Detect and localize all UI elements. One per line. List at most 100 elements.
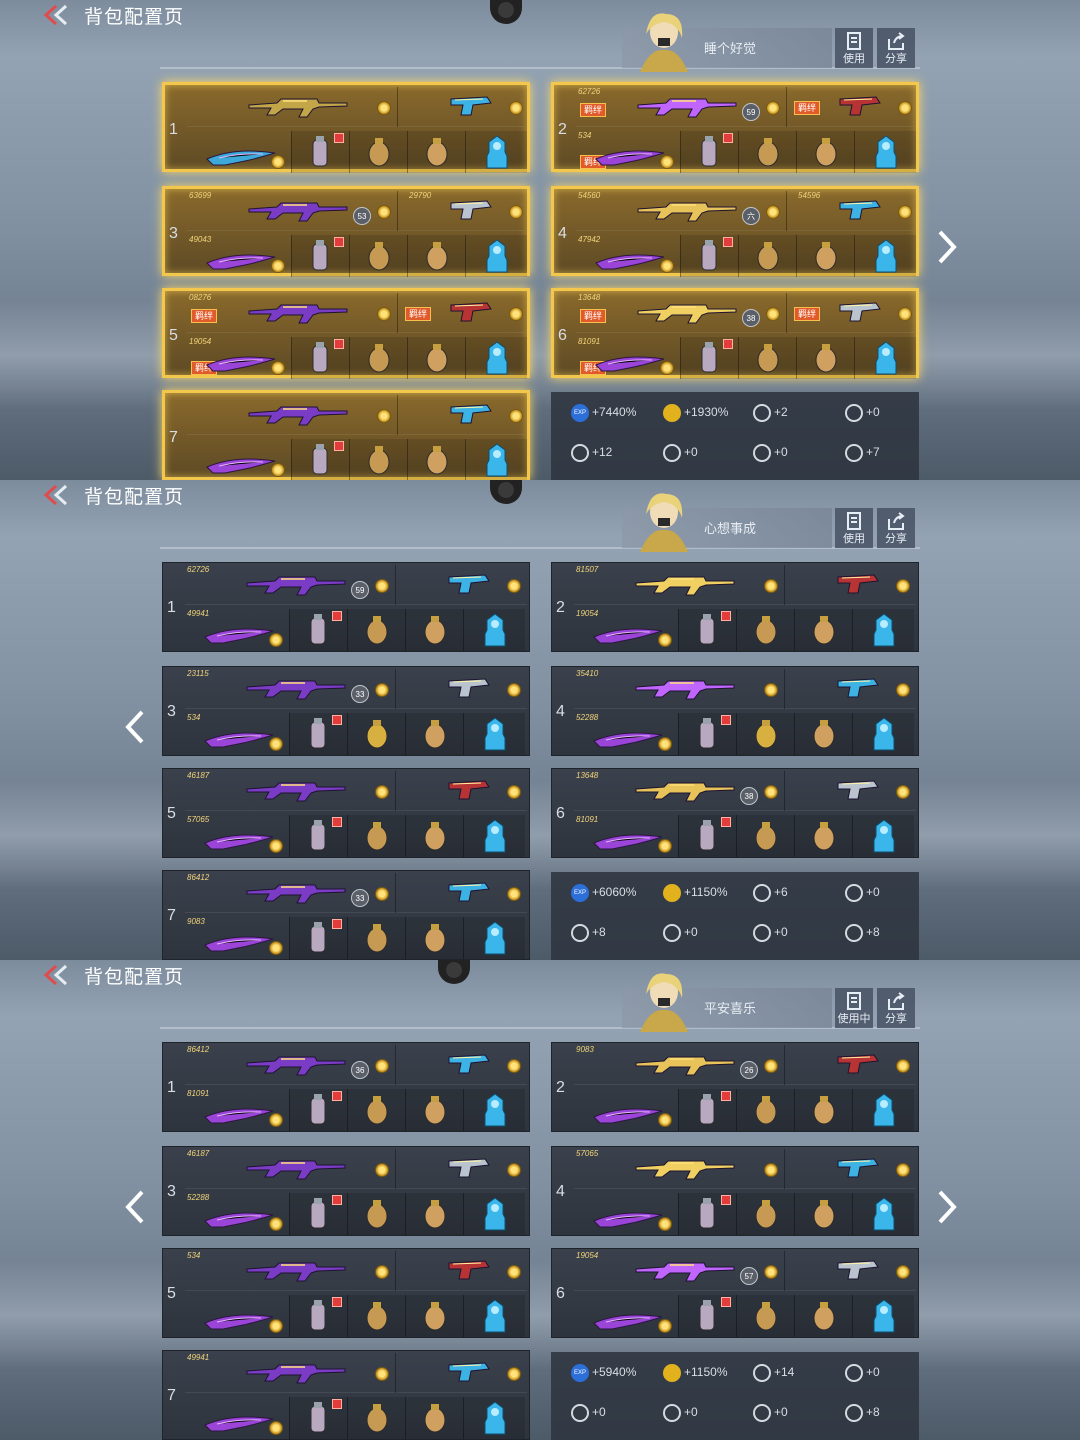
secondary-items-row[interactable]: 19054: [574, 609, 916, 651]
throwable-slot[interactable]: [736, 1295, 794, 1337]
secondary-items-row[interactable]: [574, 1089, 916, 1131]
throwable-slot[interactable]: [407, 131, 465, 173]
loadout-card-7[interactable]: 7 49941: [162, 1350, 530, 1440]
secondary-items-row[interactable]: 57065: [185, 815, 527, 857]
throwable-slot[interactable]: [349, 235, 407, 277]
throwable-slot[interactable]: [736, 1089, 794, 1131]
equipment-slot[interactable]: [465, 439, 527, 480]
back-arrow-icon[interactable]: [42, 484, 72, 506]
primary-weapon-row[interactable]: [187, 87, 525, 127]
throwable-slot[interactable]: [796, 131, 854, 173]
primary-weapon-row[interactable]: 46187: [185, 1149, 527, 1189]
equipment-slot[interactable]: [463, 1193, 525, 1235]
primary-weapon-row[interactable]: 13648 38: [574, 771, 916, 811]
secondary-items-row[interactable]: [574, 1295, 916, 1337]
throwable-slot[interactable]: [794, 713, 852, 755]
equipment-slot[interactable]: [465, 131, 527, 173]
throwable-slot[interactable]: [678, 609, 736, 651]
throwable-slot[interactable]: [347, 713, 405, 755]
equipment-slot[interactable]: [465, 337, 527, 379]
next-page-arrow[interactable]: [934, 1190, 958, 1224]
loadout-card-3[interactable]: 3 23115 33 534: [162, 666, 530, 756]
use-button[interactable]: 使用中: [835, 988, 873, 1028]
loadout-card-3[interactable]: 3 46187 52288: [162, 1146, 530, 1236]
throwable-slot[interactable]: [289, 917, 347, 959]
secondary-items-row[interactable]: 81091 羁绊: [576, 337, 916, 379]
throwable-slot[interactable]: [405, 1295, 463, 1337]
throwable-slot[interactable]: [796, 235, 854, 277]
loadout-card-3[interactable]: 3 63699 29790 53 49043: [162, 186, 530, 277]
back-arrow-icon[interactable]: [42, 964, 72, 986]
throwable-slot[interactable]: [680, 131, 738, 173]
throwable-slot[interactable]: [347, 917, 405, 959]
throwable-slot[interactable]: [678, 1295, 736, 1337]
equipment-slot[interactable]: [852, 815, 914, 857]
equipment-slot[interactable]: [463, 1089, 525, 1131]
primary-weapon-row[interactable]: 9083 26: [574, 1045, 916, 1085]
throwable-slot[interactable]: [405, 917, 463, 959]
share-button[interactable]: 分享: [877, 988, 915, 1028]
throwable-slot[interactable]: [678, 1193, 736, 1235]
throwable-slot[interactable]: [405, 815, 463, 857]
primary-weapon-row[interactable]: 63699 29790 53: [187, 191, 525, 231]
throwable-slot[interactable]: [289, 1089, 347, 1131]
throwable-slot[interactable]: [736, 609, 794, 651]
throwable-slot[interactable]: [405, 1397, 463, 1439]
primary-weapon-row[interactable]: 81507: [574, 565, 916, 605]
throwable-slot[interactable]: [738, 235, 796, 277]
throwable-slot[interactable]: [407, 235, 465, 277]
primary-weapon-row[interactable]: 19054 57: [574, 1251, 916, 1291]
prev-page-arrow[interactable]: [124, 710, 148, 744]
throwable-slot[interactable]: [405, 713, 463, 755]
loadout-card-5[interactable]: 5 534: [162, 1248, 530, 1338]
throwable-slot[interactable]: [794, 1089, 852, 1131]
share-button[interactable]: 分享: [877, 508, 915, 548]
equipment-slot[interactable]: [852, 609, 914, 651]
loadout-card-5[interactable]: 5 46187 57065: [162, 768, 530, 858]
next-page-arrow[interactable]: [934, 230, 958, 264]
throwable-slot[interactable]: [289, 1193, 347, 1235]
secondary-items-row[interactable]: 49043: [187, 235, 527, 277]
throwable-slot[interactable]: [289, 1295, 347, 1337]
secondary-items-row[interactable]: 9083: [185, 917, 527, 959]
throwable-slot[interactable]: [680, 337, 738, 379]
loadout-card-7[interactable]: 7 86412 33 9083: [162, 870, 530, 960]
throwable-slot[interactable]: [289, 1397, 347, 1439]
equipment-slot[interactable]: [852, 1295, 914, 1337]
secondary-items-row[interactable]: [185, 1397, 527, 1439]
secondary-items-row[interactable]: 534: [185, 713, 527, 755]
throwable-slot[interactable]: [736, 815, 794, 857]
throwable-slot[interactable]: [291, 235, 349, 277]
loadout-card-4[interactable]: 4 57065: [551, 1146, 919, 1236]
loadout-card-2[interactable]: 2 62726 59 羁绊 羁绊 534 羁绊: [551, 82, 919, 173]
equipment-slot[interactable]: [463, 1397, 525, 1439]
equipment-slot[interactable]: [852, 713, 914, 755]
loadout-card-4[interactable]: 4 54560 54596 六 47942: [551, 186, 919, 277]
equipment-slot[interactable]: [463, 713, 525, 755]
secondary-items-row[interactable]: 49941: [185, 609, 527, 651]
prev-page-arrow[interactable]: [124, 1190, 148, 1224]
secondary-items-row[interactable]: 81091: [574, 815, 916, 857]
throwable-slot[interactable]: [291, 439, 349, 480]
throwable-slot[interactable]: [738, 337, 796, 379]
primary-weapon-row[interactable]: 49941: [185, 1353, 527, 1393]
loadout-card-1[interactable]: 1: [162, 82, 530, 173]
throwable-slot[interactable]: [678, 1089, 736, 1131]
throwable-slot[interactable]: [291, 131, 349, 173]
throwable-slot[interactable]: [736, 713, 794, 755]
throwable-slot[interactable]: [738, 131, 796, 173]
secondary-items-row[interactable]: [185, 1295, 527, 1337]
primary-weapon-row[interactable]: 62726 59 羁绊 羁绊: [576, 87, 914, 127]
throwable-slot[interactable]: [794, 815, 852, 857]
throwable-slot[interactable]: [347, 1089, 405, 1131]
equipment-slot[interactable]: [852, 1089, 914, 1131]
primary-weapon-row[interactable]: 86412 36: [185, 1045, 527, 1085]
throwable-slot[interactable]: [405, 1193, 463, 1235]
secondary-items-row[interactable]: 52288: [574, 713, 916, 755]
throwable-slot[interactable]: [347, 815, 405, 857]
equipment-slot[interactable]: [854, 235, 916, 277]
loadout-card-6[interactable]: 6 19054 57: [551, 1248, 919, 1338]
loadout-card-2[interactable]: 2 81507 19054: [551, 562, 919, 652]
primary-weapon-row[interactable]: 534: [185, 1251, 527, 1291]
throwable-slot[interactable]: [289, 609, 347, 651]
